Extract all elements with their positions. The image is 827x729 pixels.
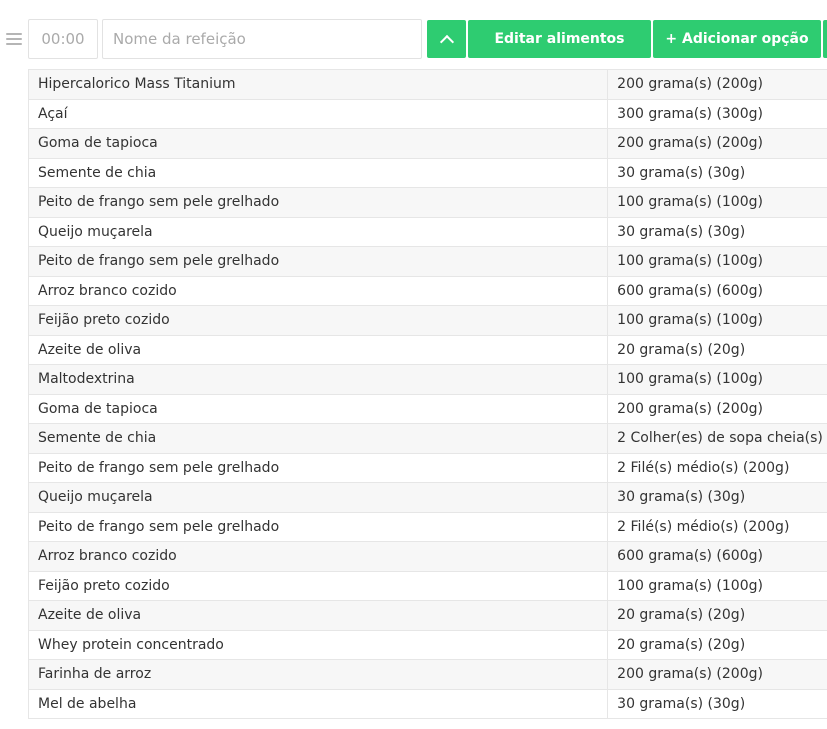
food-name-cell: Queijo muçarela	[27, 216, 609, 247]
food-name-cell: Feijão preto cozido	[27, 305, 609, 336]
food-quantity-cell: 20 grama(s) (20g)	[607, 334, 827, 365]
table-row: Whey protein concentrado 20 grama(s) (20g…	[27, 629, 827, 660]
table-row: Peito de frango sem pele grelhado 100 gra…	[27, 246, 827, 277]
food-name-cell: Feijão preto cozido	[27, 570, 609, 601]
table-row: Semente de chia 2 Colher(es) de sopa chei…	[27, 423, 827, 454]
food-name-cell: Açaí	[27, 98, 609, 129]
table-row: Goma de tapioca 200 grama(s) (200g)	[27, 128, 827, 159]
table-row: Maltodextrina 100 grama(s) (100g)	[27, 364, 827, 395]
table-row: Queijo muçarela 30 grama(s) (30g)	[27, 482, 827, 513]
table-row: Feijão preto cozido 100 grama(s) (100g)	[27, 570, 827, 601]
food-quantity-cell: 600 grama(s) (600g)	[607, 541, 827, 572]
food-quantity-cell: 200 grama(s) (200g)	[607, 69, 827, 100]
table-row: Peito de frango sem pele grelhado 2 Filé(…	[27, 511, 827, 542]
collapse-button[interactable]	[427, 20, 466, 58]
food-quantity-cell: 100 grama(s) (100g)	[607, 364, 827, 395]
food-quantity-cell: 200 grama(s) (200g)	[607, 393, 827, 424]
table-row: Farinha de arroz 200 grama(s) (200g)	[27, 659, 827, 690]
drag-handle-line	[6, 38, 22, 40]
food-quantity-cell: 20 grama(s) (20g)	[607, 629, 827, 660]
table-row: Goma de tapioca 200 grama(s) (200g)	[27, 393, 827, 424]
food-name-cell: Goma de tapioca	[27, 393, 609, 424]
food-name-cell: Peito de frango sem pele grelhado	[27, 452, 609, 483]
meal-time-input[interactable]	[28, 19, 98, 59]
food-quantity-cell: 30 grama(s) (30g)	[607, 216, 827, 247]
food-name-cell: Arroz branco cozido	[27, 275, 609, 306]
table-row: Azeite de oliva 20 grama(s) (20g)	[27, 334, 827, 365]
more-button[interactable]	[823, 20, 827, 58]
food-quantity-cell: 100 grama(s) (100g)	[607, 187, 827, 218]
food-name-cell: Maltodextrina	[27, 364, 609, 395]
food-quantity-cell: 2 Colher(es) de sopa cheia(s)	[607, 423, 827, 454]
food-name-cell: Queijo muçarela	[27, 482, 609, 513]
food-name-cell: Hipercalorico Mass Titanium	[27, 69, 609, 100]
food-name-cell: Arroz branco cozido	[27, 541, 609, 572]
food-name-cell: Azeite de oliva	[27, 600, 609, 631]
food-name-cell: Mel de abelha	[27, 688, 609, 719]
drag-handle-icon[interactable]	[6, 33, 22, 45]
food-quantity-cell: 30 grama(s) (30g)	[607, 482, 827, 513]
table-row: Azeite de oliva 20 grama(s) (20g)	[27, 600, 827, 631]
table-row: Mel de abelha 30 grama(s) (30g)	[27, 688, 827, 719]
table-row: Arroz branco cozido 600 grama(s) (600g)	[27, 541, 827, 572]
food-name-cell: Goma de tapioca	[27, 128, 609, 159]
food-name-cell: Farinha de arroz	[27, 659, 609, 690]
drag-handle-line	[6, 33, 22, 35]
meal-name-input[interactable]	[102, 19, 422, 59]
add-option-button[interactable]: + Adicionar opção	[653, 20, 821, 58]
food-name-cell: Semente de chia	[27, 423, 609, 454]
table-row: Queijo muçarela 30 grama(s) (30g)	[27, 216, 827, 247]
table-row: Semente de chia 30 grama(s) (30g)	[27, 157, 827, 188]
food-name-cell: Whey protein concentrado	[27, 629, 609, 660]
food-name-cell: Peito de frango sem pele grelhado	[27, 511, 609, 542]
food-name-cell: Peito de frango sem pele grelhado	[27, 187, 609, 218]
chevron-up-icon	[439, 34, 454, 49]
table-row: Açaí 300 grama(s) (300g)	[27, 98, 827, 129]
drag-handle-line	[6, 43, 22, 45]
food-name-cell: Peito de frango sem pele grelhado	[27, 246, 609, 277]
table-row: Arroz branco cozido 600 grama(s) (600g)	[27, 275, 827, 306]
table-row: Feijão preto cozido 100 grama(s) (100g)	[27, 305, 827, 336]
food-quantity-cell: 20 grama(s) (20g)	[607, 600, 827, 631]
edit-foods-button[interactable]: Editar alimentos	[468, 20, 651, 58]
food-quantity-cell: 100 grama(s) (100g)	[607, 570, 827, 601]
food-quantity-cell: 100 grama(s) (100g)	[607, 246, 827, 277]
food-quantity-cell: 2 Filé(s) médio(s) (200g)	[607, 452, 827, 483]
food-quantity-cell: 200 grama(s) (200g)	[607, 128, 827, 159]
food-name-cell: Semente de chia	[27, 157, 609, 188]
food-quantity-cell: 200 grama(s) (200g)	[607, 659, 827, 690]
food-quantity-cell: 2 Filé(s) médio(s) (200g)	[607, 511, 827, 542]
food-quantity-cell: 30 grama(s) (30g)	[607, 157, 827, 188]
food-quantity-cell: 600 grama(s) (600g)	[607, 275, 827, 306]
food-name-cell: Azeite de oliva	[27, 334, 609, 365]
table-row: Peito de frango sem pele grelhado 100 gra…	[27, 187, 827, 218]
food-quantity-cell: 300 grama(s) (300g)	[607, 98, 827, 129]
table-row: Peito de frango sem pele grelhado 2 Filé(…	[27, 452, 827, 483]
food-table-body: Hipercalorico Mass Titanium 200 grama(s) …	[27, 69, 827, 719]
table-row: Hipercalorico Mass Titanium 200 grama(s) …	[27, 69, 827, 100]
food-table: Hipercalorico Mass Titanium 200 grama(s) …	[27, 69, 827, 719]
food-quantity-cell: 30 grama(s) (30g)	[607, 688, 827, 719]
food-quantity-cell: 100 grama(s) (100g)	[607, 305, 827, 336]
